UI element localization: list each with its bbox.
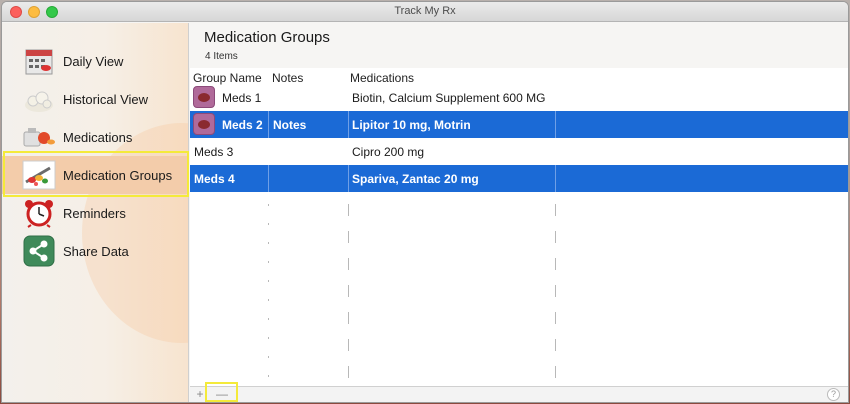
app-window: Track My Rx Daily View Historical View M… xyxy=(2,2,848,402)
sidebar-item-label: Daily View xyxy=(63,53,124,69)
sidebar-item-medications[interactable]: Medications xyxy=(2,118,188,156)
table-bottom-bar: + — ? xyxy=(190,386,848,402)
table-row[interactable]: Meds 1 Biotin, Calcium Supplement 600 MG xyxy=(190,84,848,111)
sidebar-item-daily-view[interactable]: Daily View xyxy=(2,42,188,80)
medication-groups-icon xyxy=(22,159,56,191)
medications-cell: Cipro 200 mg xyxy=(352,145,425,159)
historical-view-icon xyxy=(22,83,56,115)
medications-cell: Spariva, Zantac 20 mg xyxy=(352,172,479,186)
column-divider xyxy=(268,165,269,192)
remove-group-button[interactable]: — xyxy=(214,387,230,402)
sidebar: Daily View Historical View Medications M… xyxy=(2,23,189,402)
sidebar-item-share-data[interactable]: Share Data xyxy=(2,232,188,270)
group-pill-icon xyxy=(193,113,215,135)
column-header-medications[interactable]: Medications xyxy=(350,71,414,85)
group-name-cell: Meds 1 xyxy=(222,91,262,105)
page-title: Medication Groups xyxy=(204,29,330,46)
sidebar-item-historical-view[interactable]: Historical View xyxy=(2,80,188,118)
medications-cell: Biotin, Calcium Supplement 600 MG xyxy=(352,91,546,105)
column-divider xyxy=(268,111,269,138)
empty-column-guide xyxy=(348,204,349,384)
window-title: Track My Rx xyxy=(394,5,456,17)
sidebar-item-medication-groups[interactable]: Medication Groups xyxy=(2,156,188,194)
sidebar-item-reminders[interactable]: Reminders xyxy=(2,194,188,232)
notes-cell: Notes xyxy=(273,118,307,132)
daily-view-icon xyxy=(22,45,56,77)
title-bar: Track My Rx xyxy=(2,2,848,22)
groups-table: Group Name Notes Medications Meds 1 Biot… xyxy=(190,68,848,386)
table-row[interactable]: Meds 2 Notes Lipitor 10 mg, Motrin xyxy=(190,111,848,138)
group-name-cell: Meds 3 xyxy=(194,145,234,159)
sidebar-item-label: Medication Groups xyxy=(63,167,173,183)
medications-icon xyxy=(22,121,56,153)
group-pill-icon xyxy=(193,86,215,108)
group-name-cell: Meds 4 xyxy=(194,172,235,186)
column-divider xyxy=(555,165,556,192)
sidebar-item-label: Share Data xyxy=(63,243,129,259)
empty-column-guide xyxy=(555,204,556,384)
share-icon xyxy=(22,235,56,267)
alarm-clock-icon xyxy=(22,197,56,229)
add-group-button[interactable]: + xyxy=(192,387,208,402)
help-button[interactable]: ? xyxy=(827,388,840,401)
sidebar-item-label: Reminders xyxy=(63,205,126,221)
item-count: 4 Items xyxy=(205,51,238,62)
column-divider xyxy=(555,111,556,138)
column-header-notes[interactable]: Notes xyxy=(272,71,303,85)
medications-cell: Lipitor 10 mg, Motrin xyxy=(352,118,471,132)
group-name-cell: Meds 2 xyxy=(222,118,263,132)
column-divider xyxy=(348,111,349,138)
table-row[interactable]: Meds 4 Spariva, Zantac 20 mg xyxy=(190,165,848,192)
sidebar-item-label: Historical View xyxy=(63,91,149,107)
sidebar-item-label: Medications xyxy=(63,129,133,145)
empty-column-guide xyxy=(268,204,269,384)
column-header-group-name[interactable]: Group Name xyxy=(193,71,262,85)
table-row[interactable]: Meds 3 Cipro 200 mg xyxy=(190,138,848,165)
column-divider xyxy=(348,165,349,192)
main-content: Medication Groups 4 Items Group Name Not… xyxy=(190,23,848,402)
